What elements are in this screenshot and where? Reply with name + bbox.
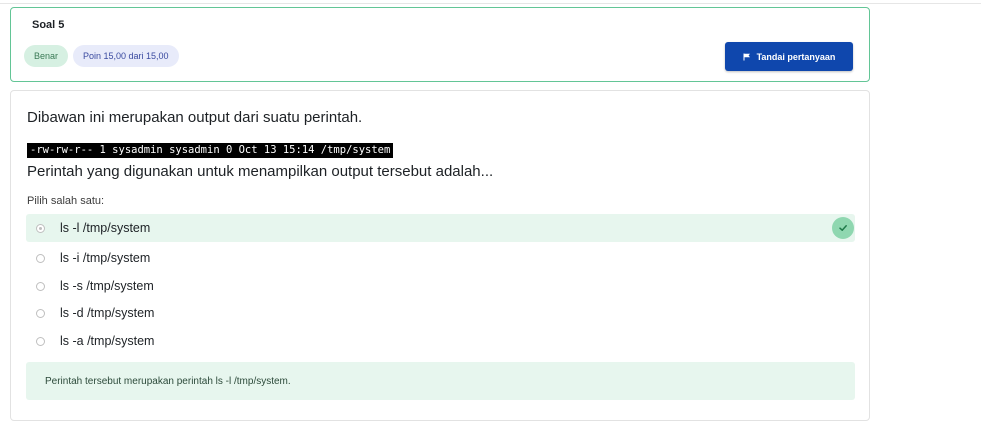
check-icon (832, 217, 854, 239)
feedback-panel: Perintah tersebut merupakan perintah ls … (26, 362, 855, 400)
option-label: ls -s /tmp/system (60, 279, 154, 293)
radio-button[interactable] (36, 308, 45, 318)
option-label: ls -d /tmp/system (60, 306, 155, 320)
answer-option[interactable]: ls -l /tmp/system (26, 214, 855, 242)
feedback-text: Perintah tersebut merupakan perintah ls … (45, 375, 291, 387)
radio-button[interactable] (36, 281, 45, 291)
points-badge: Poin 15,00 dari 15,00 (73, 45, 179, 67)
option-label: ls -i /tmp/system (60, 251, 151, 265)
question-intro: Dibawan ini merupakan output dari suatu … (27, 109, 363, 126)
command-output: -rw-rw-r-- 1 sysadmin sysadmin 0 Oct 13 … (27, 143, 394, 158)
question-number: Soal 5 (32, 19, 65, 31)
answer-option[interactable]: ls -a /tmp/system (26, 327, 855, 355)
answer-option[interactable]: ls -s /tmp/system (26, 272, 855, 300)
option-label: ls -a /tmp/system (60, 334, 155, 348)
answer-prompt: Pilih salah satu: (27, 195, 105, 207)
radio-button[interactable] (36, 223, 45, 233)
option-label: ls -l /tmp/system (60, 221, 151, 235)
status-badge: Benar (24, 45, 69, 67)
flag-question-button[interactable]: Tandai pertanyaan (725, 42, 853, 71)
radio-button[interactable] (36, 253, 45, 263)
radio-button[interactable] (36, 336, 45, 346)
question-info-panel: Soal 5 Benar Poin 15,00 dari 15,00 Tanda… (10, 7, 870, 82)
answer-option[interactable]: ls -d /tmp/system (26, 299, 855, 327)
top-divider (0, 3, 981, 4)
question-content: Dibawan ini merupakan output dari suatu … (10, 90, 870, 421)
answer-option[interactable]: ls -i /tmp/system (26, 244, 855, 272)
question-text: Perintah yang digunakan untuk menampilka… (27, 163, 494, 180)
flag-icon (743, 53, 751, 61)
flag-question-label: Tandai pertanyaan (756, 51, 836, 62)
